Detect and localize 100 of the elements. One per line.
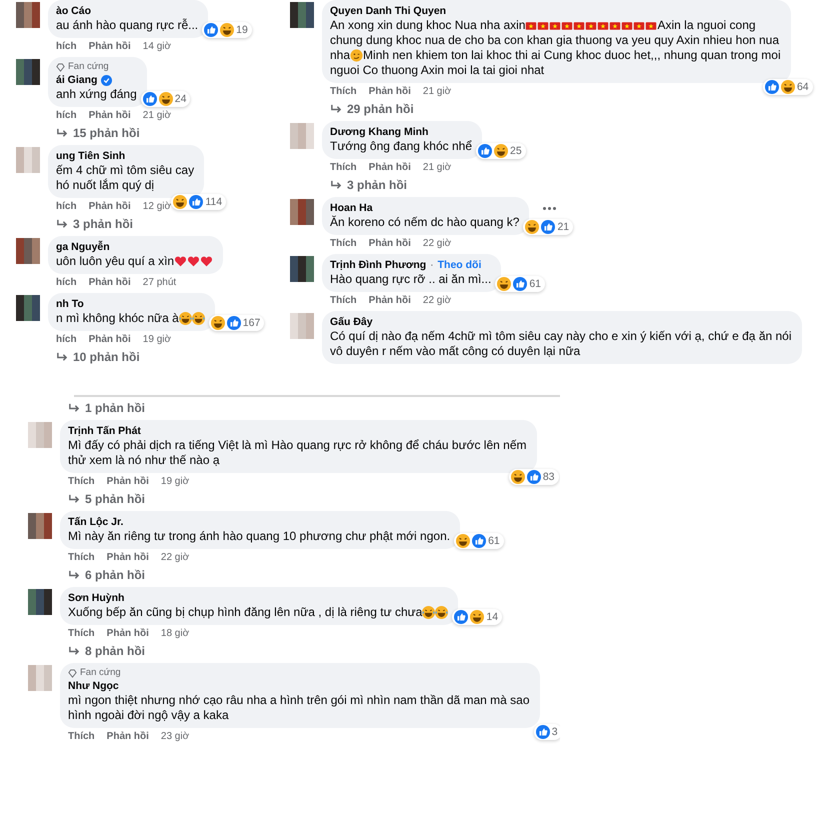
view-replies-link[interactable]: 1 phản hồi: [68, 401, 145, 416]
like-link[interactable]: Thích: [68, 476, 95, 488]
reaction-count[interactable]: 19: [202, 22, 252, 38]
thumbs-up-icon: [536, 725, 550, 739]
laughing-emoji-icon: [435, 606, 448, 619]
laughing-emoji-icon: [510, 470, 525, 484]
reaction-count[interactable]: 64: [762, 79, 813, 95]
avatar-placeholder: [290, 313, 314, 339]
reply-link[interactable]: Phản hồi: [88, 201, 131, 213]
view-replies-link[interactable]: 10 phản hồi: [56, 350, 140, 365]
reply-link[interactable]: Phản hồi: [368, 86, 411, 98]
reaction-count[interactable]: 3: [534, 724, 560, 740]
reaction-count[interactable]: 83: [508, 469, 558, 485]
thumbs-up-icon: [478, 144, 492, 158]
reaction-count[interactable]: 14: [452, 609, 502, 625]
reply-link[interactable]: Phản hồi: [368, 162, 411, 174]
commenter-name: ga Nguyễn: [56, 240, 110, 254]
commenter-name: Dương Khang Minh: [330, 125, 428, 139]
like-link[interactable]: hích: [56, 110, 77, 122]
view-replies-link[interactable]: 29 phản hồi: [330, 102, 414, 117]
reaction-number: 21: [557, 221, 570, 233]
reply-arrow-icon: [56, 128, 68, 139]
reaction-number: 61: [529, 278, 541, 290]
avatar-placeholder: [28, 589, 52, 615]
reply-link[interactable]: Phản hồi: [368, 238, 411, 250]
like-link[interactable]: hích: [56, 277, 77, 289]
heart-emoji-icon: [187, 255, 200, 268]
reply-arrow-icon: [330, 180, 342, 191]
reaction-count[interactable]: 21: [523, 219, 574, 235]
comment-time: 21 giờ: [142, 110, 172, 122]
reply-link[interactable]: Phản hồi: [106, 552, 149, 564]
commenter-name: ào Cáo: [56, 4, 92, 18]
view-replies-link[interactable]: 6 phản hồi: [68, 568, 145, 583]
view-replies-link[interactable]: 8 phản hồi: [68, 644, 145, 659]
reaction-count[interactable]: 24: [140, 91, 190, 107]
avatar-placeholder: [16, 147, 40, 173]
like-link[interactable]: Thích: [330, 162, 357, 174]
comment-time: 21 giờ: [422, 86, 452, 98]
comment-time: 19 giờ: [142, 334, 172, 346]
reply-link[interactable]: Phản hồi: [88, 277, 131, 289]
commenter-name: Trịnh Tấn Phát: [68, 424, 141, 438]
reaction-count[interactable]: 167: [208, 315, 264, 331]
comment-text: Có quí dị nào đạ nếm 4chữ mì tôm siêu cay này cho e xin ý kiến với ạ, chứ e đạ ăn nói: [330, 329, 792, 344]
avatar-placeholder: [290, 256, 314, 282]
reply-link[interactable]: Phản hồi: [88, 334, 131, 346]
reaction-count[interactable]: 61: [454, 533, 504, 549]
view-replies-link[interactable]: 3 phản hồi: [56, 217, 133, 232]
comment-text: Minh nen khiem ton lai khoc thi ai Cung khoc duoc het,,, nhung quan trong moi: [363, 48, 781, 63]
reaction-count[interactable]: 25: [476, 143, 526, 159]
comment-text: uôn luôn yêu quí a xìn: [56, 254, 174, 269]
reaction-number: 61: [488, 535, 500, 547]
thumbs-up-icon: [513, 277, 528, 291]
like-link[interactable]: Thích: [68, 731, 95, 743]
follow-link[interactable]: Theo dõi: [438, 259, 482, 271]
reaction-number: 24: [174, 93, 186, 105]
like-link[interactable]: Thích: [330, 86, 357, 98]
like-link[interactable]: hích: [56, 201, 77, 213]
avatar-placeholder: [28, 422, 52, 448]
reply-link[interactable]: Phản hồi: [88, 110, 131, 122]
laughing-emoji-icon: [470, 610, 484, 624]
like-link[interactable]: Thích: [68, 552, 95, 564]
like-link[interactable]: Thích: [330, 295, 357, 307]
comment-time: 22 giờ: [422, 238, 452, 250]
avatar-placeholder: [28, 665, 52, 691]
reply-link[interactable]: Phản hồi: [368, 295, 411, 307]
reply-link[interactable]: Phản hồi: [88, 41, 131, 53]
view-replies-link[interactable]: 3 phản hồi: [330, 178, 407, 193]
view-replies-link[interactable]: 5 phản hồi: [68, 492, 145, 507]
reaction-number: 19: [236, 24, 248, 36]
reply-link[interactable]: Phản hồi: [106, 628, 149, 640]
reaction-number: 167: [242, 317, 260, 329]
reaction-number: 64: [796, 81, 809, 93]
laughing-emoji-icon: [525, 220, 540, 234]
reaction-count[interactable]: 114: [171, 194, 226, 210]
reply-link[interactable]: Phản hồi: [106, 476, 149, 488]
commenter-name: Quyen Danh Thi Quyen: [330, 4, 446, 18]
reaction-count[interactable]: 61: [495, 276, 545, 292]
like-link[interactable]: Thích: [68, 628, 95, 640]
laughing-emoji-icon: [422, 606, 436, 619]
more-icon[interactable]: [543, 207, 556, 210]
like-link[interactable]: Thích: [330, 238, 357, 250]
laughing-emoji-icon: [210, 316, 225, 330]
view-replies-link[interactable]: 15 phản hồi: [56, 126, 140, 141]
thumbs-up-icon: [142, 92, 157, 106]
avatar-placeholder: [290, 2, 314, 28]
reaction-number: 83: [542, 471, 554, 483]
reply-arrow-icon: [56, 352, 68, 363]
like-link[interactable]: hích: [56, 41, 77, 53]
reply-arrow-icon: [68, 403, 80, 414]
like-link[interactable]: hích: [56, 334, 77, 346]
comment-text: Ăn koreno có nếm dc hào quang k?: [330, 215, 520, 230]
flag-icon: [585, 20, 598, 32]
avatar-placeholder: [16, 59, 40, 85]
laughing-emoji-icon: [192, 312, 205, 325]
reply-link[interactable]: Phản hồi: [106, 731, 149, 743]
thumbs-up-icon: [454, 610, 468, 624]
reaction-number: 114: [205, 196, 222, 208]
heart-emoji-icon: [200, 255, 214, 268]
heart-emoji-icon: [174, 255, 188, 268]
thumbs-up-icon: [526, 470, 541, 484]
